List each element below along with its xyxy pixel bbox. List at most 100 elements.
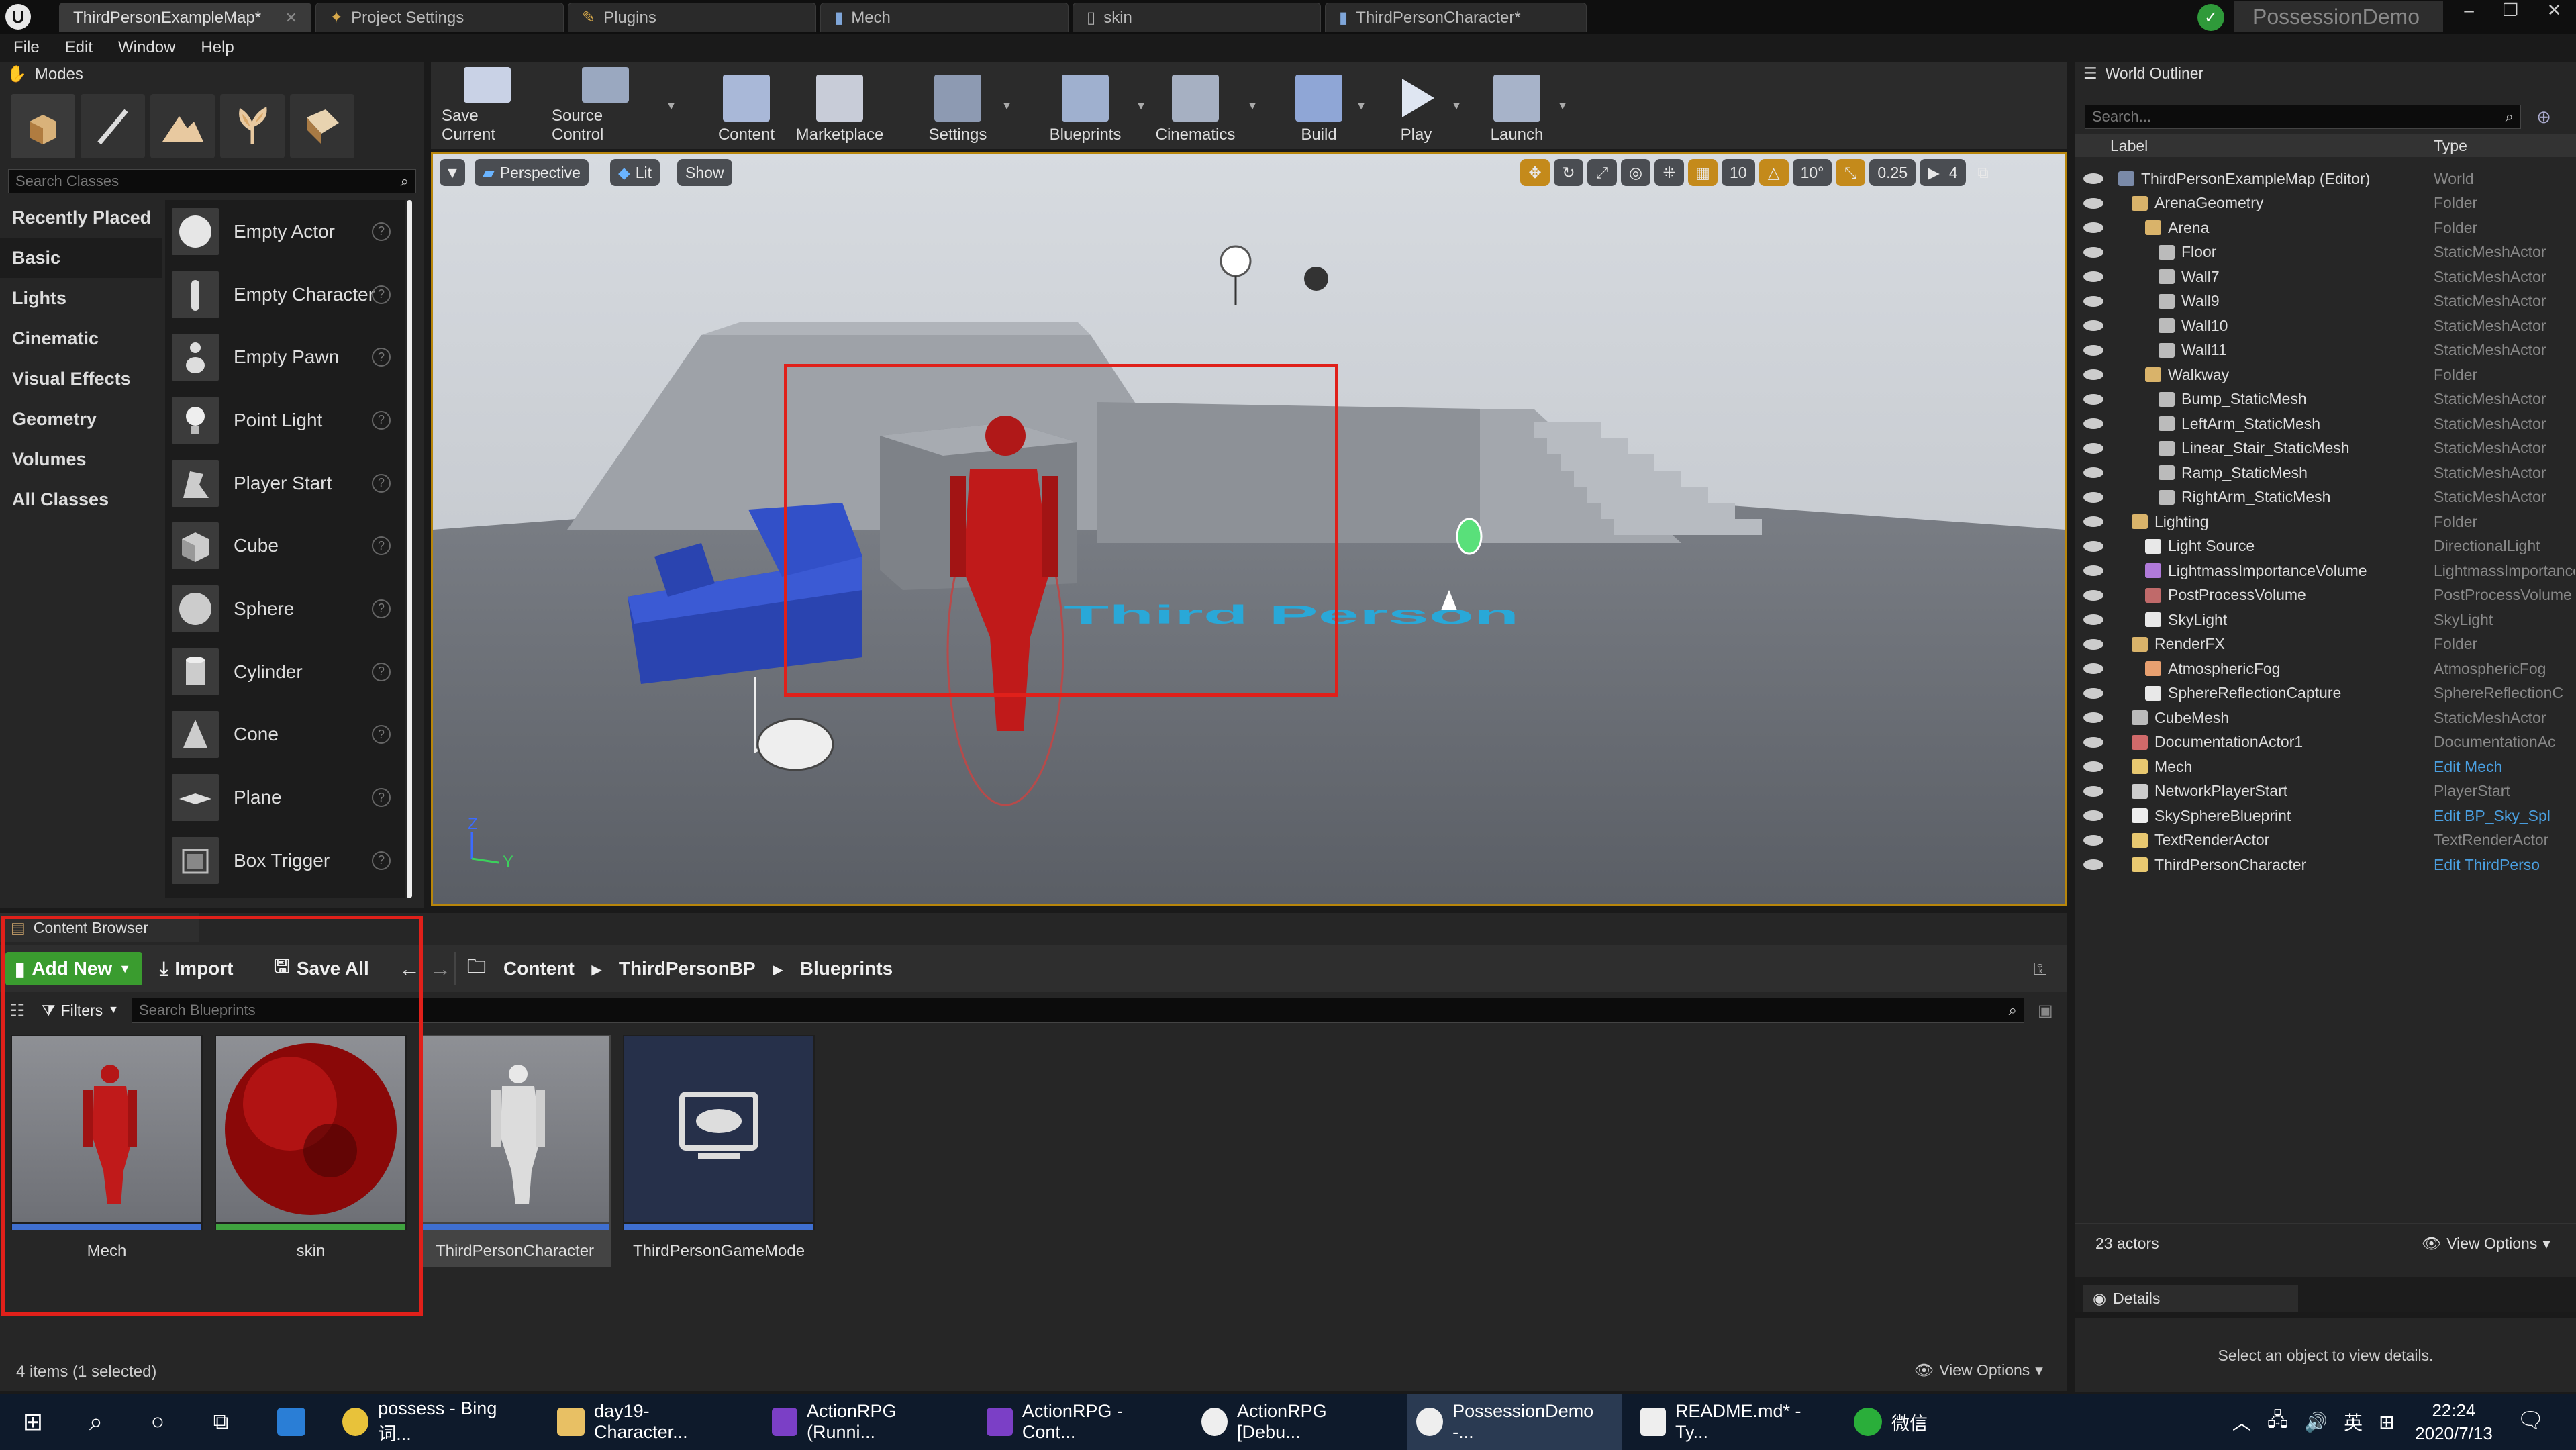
place-mode-icon[interactable] bbox=[11, 94, 75, 158]
class-item-sphere[interactable]: Sphere? bbox=[165, 577, 405, 640]
scale-snap-icon[interactable]: ⤡ bbox=[1836, 159, 1866, 186]
outliner-row[interactable]: ThirdPersonExampleMap (Editor) World bbox=[2075, 166, 2576, 191]
visibility-eye-icon[interactable] bbox=[2083, 565, 2103, 576]
save-search-icon[interactable]: ▣ bbox=[2038, 1001, 2053, 1020]
chevron-right-icon[interactable]: ▸ bbox=[592, 958, 601, 980]
class-item-empty-pawn[interactable]: Empty Pawn? bbox=[165, 326, 405, 389]
settings-button[interactable]: Settings ▼ bbox=[921, 67, 1012, 144]
outliner-row[interactable]: Bump_StaticMesh StaticMeshActor bbox=[2075, 387, 2576, 412]
marketplace-button[interactable]: Marketplace bbox=[791, 67, 889, 144]
taskbar-item-actionrpg-content[interactable]: ActionRPG - Cont... bbox=[977, 1394, 1179, 1450]
asset-tile-thirdpersongamemode[interactable] bbox=[623, 1035, 815, 1230]
class-item-box-trigger[interactable]: Box Trigger? bbox=[165, 829, 405, 892]
search-classes-input[interactable]: Search Classes ⌕ bbox=[8, 169, 416, 193]
outliner-row[interactable]: Linear_Stair_StaticMesh StaticMeshActor bbox=[2075, 436, 2576, 461]
source-control-button[interactable]: Source Control ▼ bbox=[552, 67, 677, 144]
outliner-row-type[interactable]: Edit Mech bbox=[2434, 758, 2575, 776]
world-local-icon[interactable]: ◎ bbox=[1621, 159, 1650, 186]
chevron-right-icon[interactable]: ▸ bbox=[773, 958, 783, 980]
tab-skin[interactable]: ▯ skin bbox=[1073, 3, 1321, 32]
outliner-row[interactable]: Arena Folder bbox=[2075, 215, 2576, 240]
search-button[interactable]: ⌕ bbox=[72, 1394, 119, 1450]
visibility-eye-icon[interactable] bbox=[2083, 761, 2103, 772]
maximize-viewport-icon[interactable]: ⧉ bbox=[1970, 159, 1997, 186]
geometry-edit-mode-icon[interactable] bbox=[290, 94, 354, 158]
outliner-row[interactable]: DocumentationActor1 DocumentationAc bbox=[2075, 730, 2576, 755]
rotation-snap-icon[interactable]: △ bbox=[1758, 159, 1789, 186]
tab-thirdpersoncharacter[interactable]: ▮ ThirdPersonCharacter* bbox=[1325, 3, 1587, 32]
outliner-row[interactable]: Wall7 StaticMeshActor bbox=[2075, 264, 2576, 289]
outliner-row[interactable]: SkySphereBlueprint Edit BP_Sky_Spl bbox=[2075, 804, 2576, 828]
outliner-row[interactable]: AtmosphericFog AtmosphericFog bbox=[2075, 657, 2576, 681]
volume-icon[interactable]: 🔊 bbox=[2304, 1411, 2328, 1433]
category-cinematic[interactable]: Cinematic bbox=[0, 318, 162, 358]
taskbar-item-bing[interactable]: possess - Bing 词... bbox=[333, 1394, 534, 1450]
visibility-eye-icon[interactable] bbox=[2083, 785, 2103, 797]
visibility-eye-icon[interactable] bbox=[2083, 295, 2103, 307]
forward-arrow-icon[interactable]: → bbox=[430, 957, 451, 981]
outliner-row[interactable]: CubeMesh StaticMeshActor bbox=[2075, 706, 2576, 730]
camera-speed-button[interactable]: ▶ 4 bbox=[1920, 159, 1966, 186]
network-icon[interactable]: 🖧 bbox=[2267, 1406, 2288, 1438]
class-item-cube[interactable]: Cube? bbox=[165, 514, 405, 577]
cortana-button[interactable]: ○ bbox=[134, 1394, 181, 1450]
chevron-down-icon[interactable]: ▼ bbox=[1451, 101, 1462, 113]
scale-icon[interactable]: ⤢ bbox=[1587, 159, 1617, 186]
chevron-down-icon[interactable]: ▼ bbox=[1136, 101, 1146, 113]
outliner-row[interactable]: Light Source DirectionalLight bbox=[2075, 534, 2576, 559]
outliner-row[interactable]: Floor StaticMeshActor bbox=[2075, 240, 2576, 264]
chevron-up-icon[interactable]: ︿ bbox=[2232, 1408, 2251, 1435]
task-view-button[interactable]: ⧉ bbox=[197, 1394, 244, 1450]
outliner-row[interactable]: SkyLight SkyLight bbox=[2075, 608, 2576, 632]
visibility-eye-icon[interactable] bbox=[2083, 491, 2103, 503]
help-icon[interactable]: ? bbox=[372, 662, 391, 681]
taskbar-item-actionrpg-running[interactable]: ActionRPG (Runni... bbox=[762, 1394, 964, 1450]
outliner-row[interactable]: Lighting Folder bbox=[2075, 510, 2576, 534]
outliner-row[interactable]: Wall10 StaticMeshActor bbox=[2075, 313, 2576, 338]
chevron-down-icon[interactable]: ▼ bbox=[1001, 101, 1012, 113]
paint-mode-icon[interactable] bbox=[81, 94, 145, 158]
ime-indicator[interactable]: 英 bbox=[2344, 1408, 2363, 1435]
class-item-cylinder[interactable]: Cylinder? bbox=[165, 640, 405, 704]
tab-mech[interactable]: ▮ Mech bbox=[820, 3, 1069, 32]
class-item-cone[interactable]: Cone? bbox=[165, 704, 405, 767]
outliner-row[interactable]: TextRenderActor TextRenderActor bbox=[2075, 828, 2576, 853]
help-icon[interactable]: ? bbox=[372, 725, 391, 744]
tab-plugins[interactable]: ✎ Plugins bbox=[568, 3, 816, 32]
visibility-eye-icon[interactable] bbox=[2083, 418, 2103, 429]
outliner-row[interactable]: LightmassImportanceVolume LightmassImport… bbox=[2075, 559, 2576, 583]
close-icon[interactable]: ✕ bbox=[285, 9, 297, 27]
class-item-empty-character[interactable]: Empty Character? bbox=[165, 263, 405, 326]
visibility-eye-icon[interactable] bbox=[2083, 442, 2103, 454]
category-recently-placed[interactable]: Recently Placed bbox=[0, 197, 162, 238]
foliage-mode-icon[interactable] bbox=[220, 94, 285, 158]
viewport-options-button[interactable]: ▼ bbox=[440, 159, 465, 186]
visibility-eye-icon[interactable] bbox=[2083, 663, 2103, 674]
clock[interactable]: 22:24 2020/7/13 bbox=[2414, 1399, 2494, 1445]
rotation-snap-value[interactable]: 10° bbox=[1792, 159, 1832, 186]
class-item-plane[interactable]: Plane? bbox=[165, 766, 405, 829]
visibility-eye-icon[interactable] bbox=[2083, 393, 2103, 405]
save-current-button[interactable]: Save Current bbox=[442, 67, 533, 144]
outliner-row[interactable]: Wall9 StaticMeshActor bbox=[2075, 289, 2576, 313]
help-icon[interactable]: ? bbox=[372, 348, 391, 367]
visibility-eye-icon[interactable] bbox=[2083, 271, 2103, 282]
visibility-eye-icon[interactable] bbox=[2083, 467, 2103, 478]
breadcrumb-blueprints[interactable]: Blueprints bbox=[800, 958, 893, 979]
category-lights[interactable]: Lights bbox=[0, 278, 162, 318]
help-icon[interactable]: ? bbox=[372, 788, 391, 808]
chevron-down-icon[interactable]: ▼ bbox=[1356, 101, 1367, 113]
visibility-eye-icon[interactable] bbox=[2083, 173, 2103, 184]
tab-thirdpersonexamplemap[interactable]: ThirdPersonExampleMap* ✕ bbox=[59, 3, 311, 32]
visibility-eye-icon[interactable] bbox=[2083, 344, 2103, 356]
build-button[interactable]: Build ▼ bbox=[1289, 67, 1367, 144]
outliner-row-type[interactable]: Edit BP_Sky_Spl bbox=[2434, 807, 2575, 825]
visibility-eye-icon[interactable] bbox=[2083, 736, 2103, 748]
menu-window[interactable]: Window bbox=[118, 38, 175, 57]
chevron-down-icon[interactable]: ▼ bbox=[1557, 101, 1568, 113]
outliner-search-input[interactable]: Search... ⌕ bbox=[2085, 105, 2521, 129]
visibility-eye-icon[interactable] bbox=[2083, 687, 2103, 699]
cinematics-button[interactable]: Cinematics ▼ bbox=[1150, 67, 1258, 144]
start-button[interactable]: ⊞ bbox=[8, 1394, 58, 1450]
lit-button[interactable]: ◆ Lit bbox=[610, 159, 660, 186]
